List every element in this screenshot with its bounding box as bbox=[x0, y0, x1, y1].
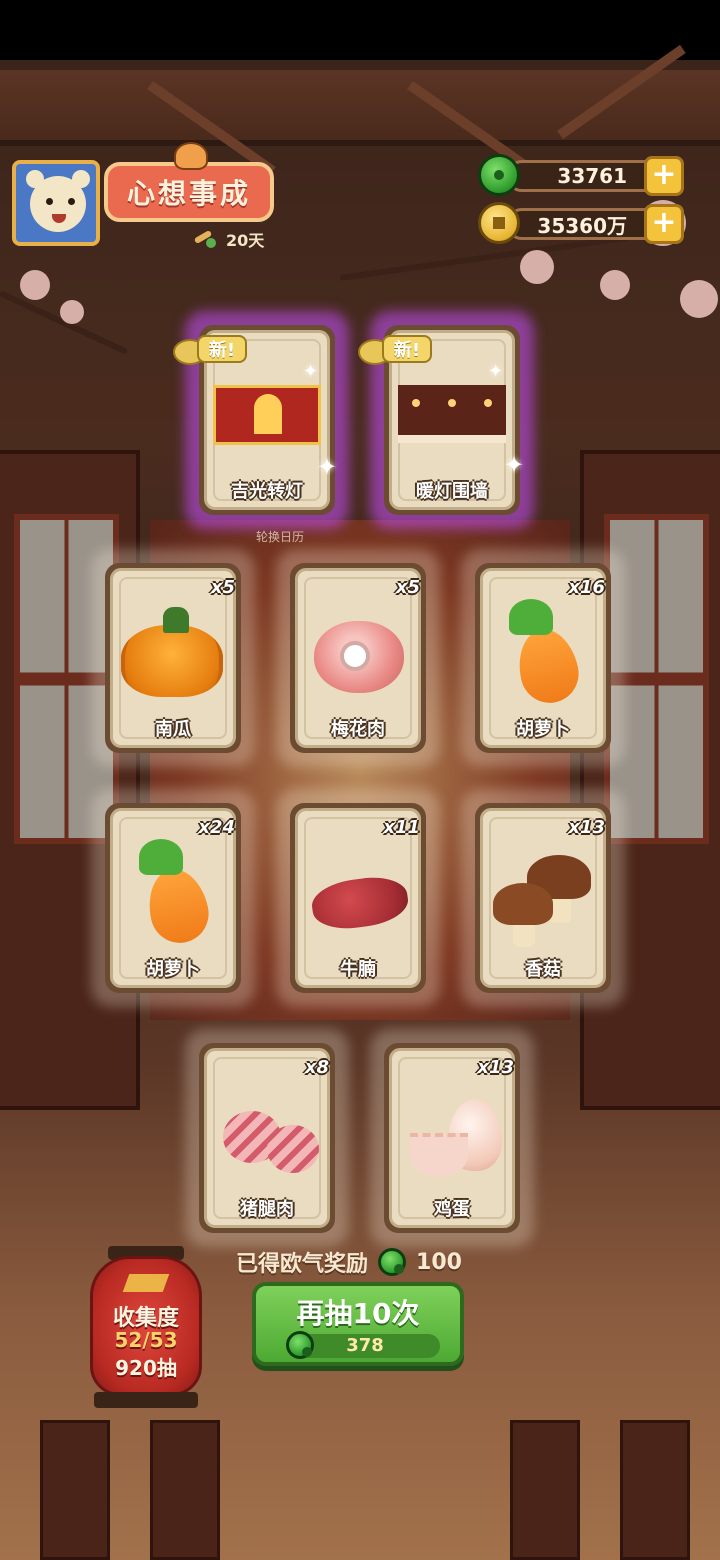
carrot-icon bbox=[119, 839, 227, 949]
card-quantity: x11 bbox=[383, 817, 420, 838]
card-quantity: x16 bbox=[568, 577, 605, 598]
card-quantity: x5 bbox=[210, 577, 235, 598]
add-gold-button[interactable]: + bbox=[644, 204, 684, 244]
jade-currency: 33761 + bbox=[478, 154, 686, 196]
beef-brisket-icon bbox=[304, 843, 412, 943]
draw-cost: 378 bbox=[286, 1331, 440, 1359]
card-name: 暖灯围墙 bbox=[416, 481, 488, 502]
sparkle-icon: ✦ bbox=[504, 451, 525, 479]
avatar-face bbox=[30, 176, 86, 232]
card-quantity: x5 bbox=[395, 577, 420, 598]
card-name: 猪腿肉 bbox=[240, 1199, 294, 1220]
railing-post bbox=[150, 1420, 220, 1560]
collection-lantern[interactable]: 收集度 52/53 920抽 bbox=[90, 1246, 202, 1408]
card-name: 鸡蛋 bbox=[434, 1199, 470, 1220]
lantern-ornament bbox=[122, 1274, 170, 1292]
new-badge: 新! bbox=[358, 331, 436, 365]
collection-draws: 920抽 bbox=[115, 1356, 177, 1380]
gold-amount: 35360万 bbox=[506, 208, 666, 240]
player-title: 心想事成 bbox=[126, 177, 251, 210]
rotate-calendar-label[interactable]: 轮换日历 bbox=[250, 528, 310, 545]
key-icon bbox=[192, 228, 220, 250]
lantern-base bbox=[94, 1392, 198, 1408]
blossom-flower bbox=[20, 270, 50, 300]
card-quantity: x8 bbox=[304, 1057, 329, 1078]
card-quantity: x24 bbox=[198, 817, 235, 838]
blossom-flower bbox=[680, 280, 718, 318]
collection-progress: 52/53 bbox=[114, 1328, 178, 1352]
card-name: 吉光转灯 bbox=[231, 481, 303, 502]
mushroom-icon bbox=[489, 843, 597, 947]
reward-card[interactable]: x5 南瓜 bbox=[91, 549, 255, 767]
tiger-icon bbox=[174, 142, 208, 170]
reward-card[interactable]: x13 香菇 bbox=[461, 789, 625, 1007]
new-card[interactable]: 新! ✦ ✦ 暖灯围墙 bbox=[358, 311, 534, 529]
sparkle-icon: ✦ bbox=[303, 361, 319, 382]
status-bar bbox=[0, 0, 720, 60]
railing-post bbox=[620, 1420, 690, 1560]
player-title-plate[interactable]: 心想事成 bbox=[104, 142, 274, 222]
new-badge: 新! bbox=[173, 331, 251, 365]
game-screen: 心想事成 20天 33761 + 35360万 + 新! ✦ ✦ 吉光转灯 新!… bbox=[0, 0, 720, 1560]
railing-post bbox=[40, 1420, 110, 1560]
wall-beam bbox=[0, 380, 720, 420]
draw-cost-value: 378 bbox=[346, 1335, 384, 1356]
card-name: 胡萝卜 bbox=[146, 959, 200, 980]
card-quantity: x13 bbox=[477, 1057, 514, 1078]
jade-coin-icon bbox=[478, 154, 520, 196]
reward-card[interactable]: x5 梅花肉 bbox=[276, 549, 440, 767]
luck-reward-value: 100 bbox=[416, 1249, 462, 1275]
card-name: 梅花肉 bbox=[331, 719, 385, 740]
blossom-flower bbox=[520, 250, 554, 284]
roof-beam bbox=[0, 70, 720, 146]
days-value: 20天 bbox=[226, 231, 265, 250]
avatar-eye bbox=[68, 198, 75, 205]
reward-card[interactable]: x11 牛腩 bbox=[276, 789, 440, 1007]
draw-again-label: 再抽10次 bbox=[296, 1297, 420, 1330]
card-name: 香菇 bbox=[525, 959, 561, 980]
new-badge-text: 新! bbox=[197, 335, 247, 363]
card-name: 胡萝卜 bbox=[516, 719, 570, 740]
draw-again-button[interactable]: 再抽10次 378 bbox=[252, 1282, 464, 1366]
add-jade-button[interactable]: + bbox=[644, 156, 684, 196]
card-name: 南瓜 bbox=[155, 719, 191, 740]
sparkle-icon: ✦ bbox=[488, 361, 504, 382]
days-counter: 20天 bbox=[192, 226, 264, 252]
gold-currency: 35360万 + bbox=[478, 202, 686, 244]
carrot-icon bbox=[489, 599, 597, 709]
egg-icon bbox=[398, 1083, 506, 1183]
reward-card[interactable]: x24 胡萝卜 bbox=[91, 789, 255, 1007]
reward-card[interactable]: x8 猪腿肉 bbox=[185, 1029, 349, 1247]
card-quantity: x13 bbox=[568, 817, 605, 838]
reward-card[interactable]: x16 胡萝卜 bbox=[461, 549, 625, 767]
pork-leg-icon bbox=[213, 1083, 321, 1183]
pumpkin-icon bbox=[119, 603, 227, 703]
gold-coin-icon bbox=[478, 202, 520, 244]
new-card[interactable]: 新! ✦ ✦ 吉光转灯 bbox=[173, 311, 349, 529]
railing-post bbox=[510, 1420, 580, 1560]
jade-coin-icon bbox=[378, 1248, 407, 1276]
jade-amount: 33761 bbox=[506, 160, 666, 192]
blossom-flower bbox=[60, 300, 84, 324]
reward-card[interactable]: x13 鸡蛋 bbox=[370, 1029, 534, 1247]
pork-shoulder-icon bbox=[304, 603, 412, 703]
new-badge-text: 新! bbox=[382, 335, 432, 363]
card-name: 牛腩 bbox=[340, 959, 376, 980]
luck-reward: 已得欧气奖励 100 bbox=[236, 1246, 462, 1278]
player-avatar[interactable] bbox=[12, 160, 100, 246]
blossom-flower bbox=[600, 270, 630, 300]
luck-reward-label: 已得欧气奖励 bbox=[236, 1252, 369, 1277]
avatar-eye bbox=[46, 198, 53, 205]
